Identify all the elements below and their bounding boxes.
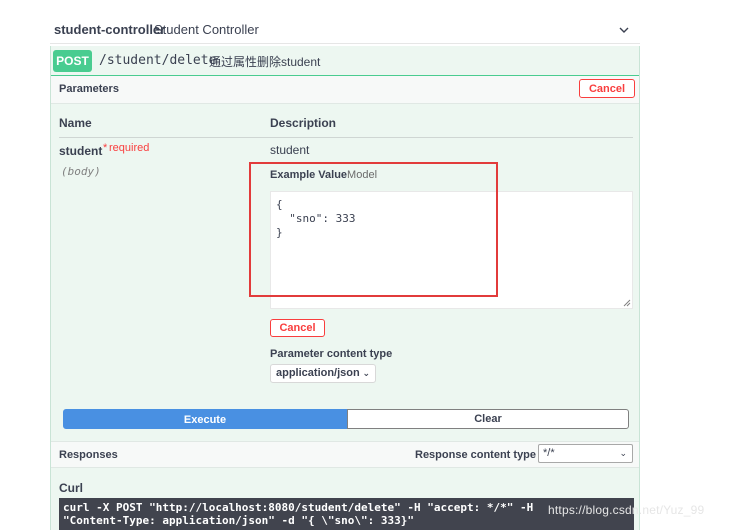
responses-header: Responses Response content type */* ⌄ (51, 441, 639, 468)
operation-summary-text: 通过属性删除student (209, 55, 321, 69)
cancel-try-button[interactable]: Cancel (579, 79, 635, 98)
column-header-name: Name (59, 116, 92, 130)
tab-model[interactable]: Model (347, 169, 377, 181)
chevron-down-icon: ⌄ (362, 368, 370, 378)
parameters-header: Parameters Cancel (51, 76, 639, 104)
execute-row: Execute Clear (63, 409, 629, 429)
body-param-textarea[interactable]: { "sno": 333 } (270, 191, 633, 309)
param-content-type-select[interactable]: application/json ⌄ (270, 364, 376, 383)
param-content-type-label: Parameter content type (270, 348, 393, 360)
execute-button[interactable]: Execute (63, 409, 347, 429)
response-content-type-label: Response content type (415, 449, 537, 461)
curl-title: Curl (59, 481, 83, 495)
tab-example-value[interactable]: Example Value (270, 169, 347, 181)
param-description: student (270, 143, 310, 157)
model-tabs: Example ValueModel (270, 169, 377, 181)
parameters-title: Parameters (59, 83, 119, 95)
response-content-type-select[interactable]: */* ⌄ (538, 444, 633, 463)
chevron-down-icon: ⌄ (619, 448, 627, 458)
clear-button[interactable]: Clear (347, 409, 629, 429)
chevron-down-icon[interactable] (618, 24, 630, 36)
param-required-label: required (109, 142, 150, 154)
method-badge: POST (53, 50, 92, 72)
body-param-value[interactable]: { "sno": 333 } (276, 198, 355, 240)
param-location: (body) (61, 165, 101, 178)
response-content-type-value: */* (543, 447, 555, 459)
controller-header[interactable]: student-controller Student Controller (50, 16, 640, 44)
controller-name: student-controller (54, 22, 166, 37)
controller-description: Student Controller (154, 22, 259, 37)
param-content-type-value: application/json (276, 367, 360, 379)
param-required-star: * (103, 142, 108, 154)
operation-block: POST /student/delete 通过属性删除student Param… (50, 46, 640, 530)
operation-path: /student/delete (99, 53, 217, 68)
operation-summary[interactable]: POST /student/delete 通过属性删除student (51, 46, 639, 76)
responses-title: Responses (59, 449, 118, 461)
cancel-body-button[interactable]: Cancel (270, 319, 325, 337)
watermark: https://blog.csdn.net/Yuz_99 (548, 503, 705, 517)
parameters-table-header: Name Description (59, 116, 633, 138)
resize-grip-icon[interactable] (623, 299, 631, 307)
param-name: student (59, 144, 103, 158)
column-header-description: Description (270, 116, 337, 130)
